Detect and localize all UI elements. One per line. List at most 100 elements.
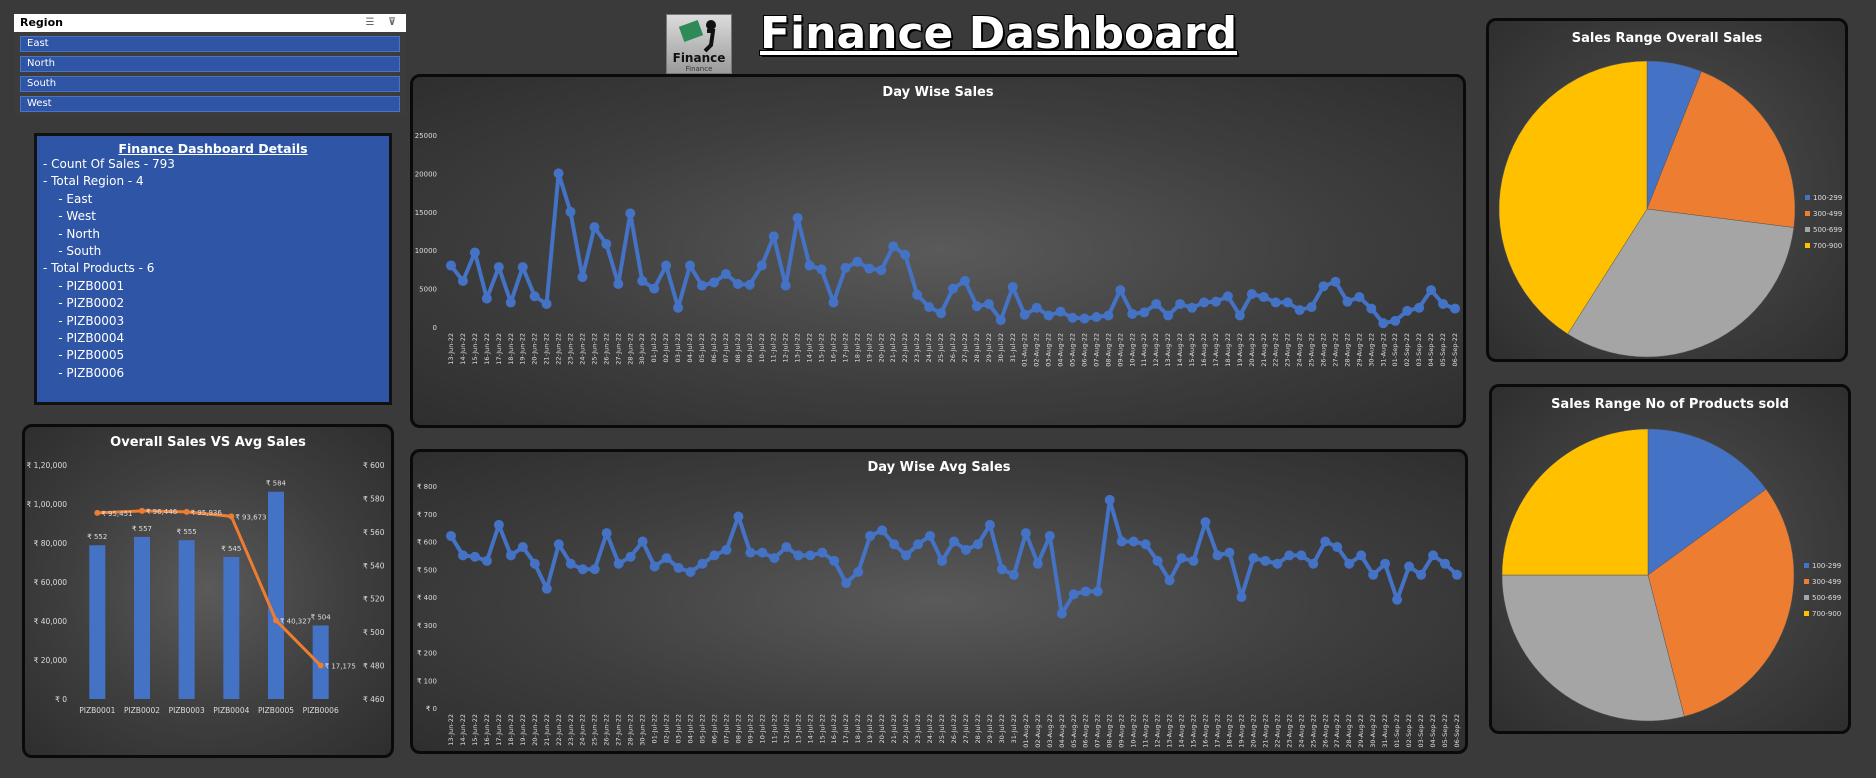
data-point [889,539,900,550]
y-tick-label: 25000 [415,132,437,140]
x-tick-label: 02-Sep-22 [1403,333,1411,366]
data-point [613,558,624,569]
data-point [1332,542,1343,553]
x-tick-label: 11-Aug-22 [1142,714,1150,748]
data-point [828,297,839,308]
x-tick-label: 19-Aug-22 [1237,714,1245,748]
data-point [769,553,780,564]
x-tick-label: 20-Jun-22 [531,714,539,746]
x-tick-label: 08-Aug-22 [1106,714,1114,748]
multi-select-icon[interactable]: ☰ [364,17,376,29]
data-point [829,555,840,566]
x-tick-label: 18-Aug-22 [1224,333,1232,367]
data-point [877,525,888,536]
data-point [457,275,468,286]
data-point [577,272,588,283]
x-tick-label: 27-Jun-22 [615,714,623,746]
data-point [1356,550,1367,561]
data-point [565,206,576,217]
data-point [1176,553,1187,564]
x-tick-label: 06-Sep-22 [1453,714,1461,747]
x-tick-label: 21-Jul-22 [890,714,898,743]
pie-slice [1501,428,1649,576]
x-tick-label: 12-Jul-22 [782,333,790,362]
x-tick-label: 08-Jul-22 [734,714,742,743]
legend-swatch [1804,595,1809,600]
details-title: Finance Dashboard Details [118,141,308,156]
x-tick-label: 30-Jun-22 [638,333,646,365]
x-tick-label: 26-Aug-22 [1320,333,1328,367]
data-point [1031,302,1042,313]
x-tick-label: 29-Jul-22 [985,333,993,362]
data-point [1284,550,1295,561]
x-tick-label: 05-Sep-22 [1439,333,1447,366]
x-tick-label: PIZB0003 [169,706,205,715]
details-line: - North [43,226,100,241]
data-point [1248,553,1259,564]
slicer-item-west[interactable]: West [20,96,400,112]
data-point [1103,310,1114,321]
data-point [1234,310,1245,321]
x-tick-label: 16-Aug-22 [1202,714,1210,748]
pie-overall-title: Sales Range Overall Sales [1571,31,1763,46]
data-point [937,555,948,566]
data-point [1224,547,1235,558]
x-tick-label: 01-Jul-22 [650,333,658,362]
x-tick-label: 01-Sep-22 [1391,333,1399,366]
x-tick-label: 16-Aug-22 [1200,333,1208,367]
data-point [1151,298,1162,309]
slicer-item-north[interactable]: North [20,56,400,72]
x-tick-label: 07-Jul-22 [722,333,730,362]
data-point [1068,589,1079,600]
x-tick-label: 15-Jun-22 [471,714,479,746]
data-point [949,536,959,547]
y-tick-label: ₹ 40,000 [34,617,68,626]
legend-swatch [1805,195,1810,200]
data-point [673,302,684,313]
x-tick-label: 31-Aug-22 [1379,333,1387,367]
data-point [1416,569,1427,580]
x-tick-label: 04-Aug-22 [1057,333,1065,367]
details-line: - Count Of Sales - 793 [43,157,175,171]
x-tick-label: 22-Jul-22 [901,333,909,362]
clear-filter-icon[interactable]: ⊽ [386,17,398,29]
pie-products-panel: Sales Range No of Products sold 100-299 3… [1489,384,1851,734]
x-tick-label: 17-Jun-22 [495,714,503,746]
x-tick-label: 03-Aug-22 [1046,714,1054,748]
x-tick-label: 26-Aug-22 [1321,714,1329,748]
data-point [1390,315,1401,326]
data-point [1092,586,1103,597]
data-point [1308,558,1319,569]
data-point [1402,305,1413,316]
data-point [1378,318,1389,329]
data-point [1115,285,1126,296]
data-point [1404,561,1415,572]
legend-swatch [1805,227,1810,232]
slicer-item-east[interactable]: East [20,36,400,52]
data-point [577,564,588,575]
data-point [1426,285,1437,296]
x-tick-label: 13-Jun-22 [447,333,455,365]
x-tick-label: 30-Aug-22 [1367,333,1375,367]
bar [178,540,195,699]
x-tick-label: 26-Jun-22 [602,333,610,365]
data-point [984,519,995,530]
data-point [1452,569,1462,580]
data-point [446,260,456,271]
x-tick-label: 11-Jul-22 [770,333,778,362]
data-point [481,555,492,566]
data-point [948,283,958,294]
avg-point [273,617,279,624]
y-tick-label: 15000 [415,209,437,217]
slicer-item-south[interactable]: South [20,76,400,92]
bar-data-label: ₹ 545 [221,545,241,553]
logo-text: Finance [672,51,726,65]
y-tick-label: 0 [433,324,437,332]
avg-line [97,509,322,667]
x-tick-label: 04-Jul-22 [687,714,695,743]
data-point [1091,312,1102,323]
avg-point [94,509,101,516]
data-point [1222,291,1233,302]
x-tick-label: 03-Jul-22 [675,714,683,743]
data-point [1282,297,1293,308]
